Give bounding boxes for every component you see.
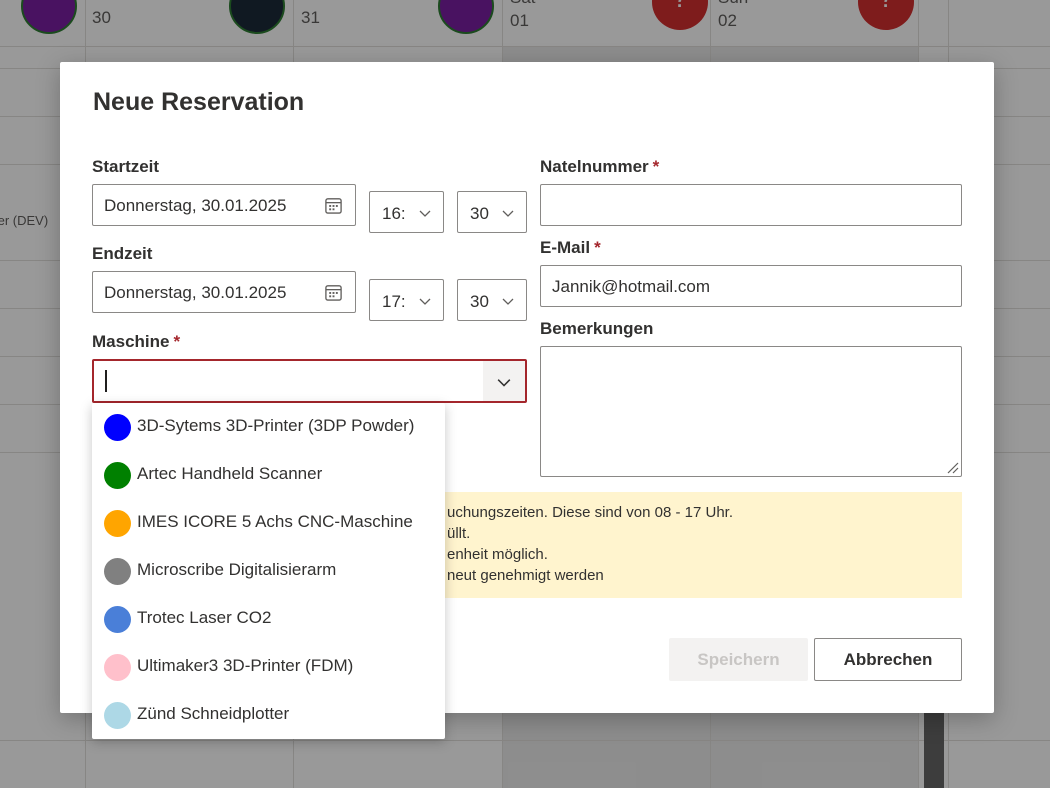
calendar-icon[interactable]: [324, 196, 343, 215]
email-value: Jannik@hotmail.com: [552, 277, 711, 296]
machine-option[interactable]: 3D-Sytems 3D-Printer (3DP Powder): [92, 403, 445, 451]
save-button[interactable]: Speichern: [669, 638, 808, 681]
color-dot: [104, 606, 131, 633]
chevron-down-icon: [502, 210, 514, 217]
cancel-button[interactable]: Abbrechen: [814, 638, 962, 681]
end-date-value: Donnerstag, 30.01.2025: [104, 283, 287, 302]
email-label: E-Mail *: [540, 238, 601, 258]
color-dot: [104, 462, 131, 489]
notice-line: enheit möglich.: [447, 546, 548, 563]
dialog-title: Neue Reservation: [93, 88, 305, 116]
text-caret: [105, 370, 107, 392]
machine-option-label: Microscribe Digitalisierarm: [137, 560, 337, 579]
start-date-value: Donnerstag, 30.01.2025: [104, 196, 287, 215]
color-dot: [104, 702, 131, 729]
machine-option[interactable]: Artec Handheld Scanner: [92, 451, 445, 499]
notice-line: uchungszeiten. Diese sind von 08 - 17 Uh…: [447, 504, 734, 521]
start-minute-select[interactable]: 30: [457, 191, 527, 233]
phone-input[interactable]: [540, 184, 962, 226]
machine-option-label: Zünd Schneidplotter: [137, 704, 290, 723]
resize-grip-icon[interactable]: [945, 460, 959, 474]
chevron-down-icon: [502, 298, 514, 305]
chevron-down-icon: [419, 298, 431, 305]
machine-option-label: Artec Handheld Scanner: [137, 464, 323, 483]
machine-option[interactable]: Ultimaker3 3D-Printer (FDM): [92, 643, 445, 691]
end-hour-select[interactable]: 17:: [369, 279, 444, 321]
end-minute-select[interactable]: 30: [457, 279, 527, 321]
notice-line: üllt.: [447, 525, 471, 542]
email-label-text: E-Mail: [540, 238, 591, 257]
remarks-label: Bemerkungen: [540, 319, 654, 338]
chevron-down-icon: [497, 379, 511, 387]
required-mark: *: [652, 157, 660, 176]
phone-label-text: Natelnummer: [540, 157, 649, 176]
machine-label-text: Maschine: [92, 332, 170, 351]
machine-option-label: IMES ICORE 5 Achs CNC-Maschine: [137, 512, 413, 531]
machine-option[interactable]: Zünd Schneidplotter: [92, 691, 445, 739]
color-dot: [104, 558, 131, 585]
machine-option[interactable]: IMES ICORE 5 Achs CNC-Maschine: [92, 499, 445, 547]
machine-option-label: Ultimaker3 3D-Printer (FDM): [137, 656, 354, 675]
end-hour-value: 17:: [382, 292, 406, 311]
remarks-textarea[interactable]: [540, 346, 962, 477]
machine-options-list: 3D-Sytems 3D-Printer (3DP Powder) Artec …: [92, 403, 445, 739]
machine-label: Maschine *: [92, 332, 180, 352]
end-time-label: Endzeit: [92, 244, 153, 263]
start-hour-value: 16:: [382, 204, 406, 223]
notice-line: neut genehmigt werden: [447, 567, 604, 584]
start-time-label: Startzeit: [92, 157, 160, 176]
required-mark: *: [173, 332, 181, 351]
machine-combobox[interactable]: [92, 359, 527, 403]
start-date-picker[interactable]: Donnerstag, 30.01.2025: [92, 184, 356, 226]
chevron-down-icon: [419, 210, 431, 217]
machine-option[interactable]: Trotec Laser CO2: [92, 595, 445, 643]
machine-option-label: 3D-Sytems 3D-Printer (3DP Powder): [137, 416, 415, 435]
color-dot: [104, 510, 131, 537]
phone-label: Natelnummer *: [540, 157, 659, 177]
start-minute-value: 30: [470, 204, 489, 223]
email-input[interactable]: Jannik@hotmail.com: [540, 265, 962, 307]
machine-dropdown-toggle[interactable]: [483, 361, 525, 401]
start-hour-select[interactable]: 16:: [369, 191, 444, 233]
color-dot: [104, 654, 131, 681]
color-dot: [104, 414, 131, 441]
machine-option[interactable]: Microscribe Digitalisierarm: [92, 547, 445, 595]
machine-option-label: Trotec Laser CO2: [137, 608, 272, 627]
required-mark: *: [594, 238, 601, 257]
calendar-icon[interactable]: [324, 283, 343, 302]
end-minute-value: 30: [470, 292, 489, 311]
end-date-picker[interactable]: Donnerstag, 30.01.2025: [92, 271, 356, 313]
